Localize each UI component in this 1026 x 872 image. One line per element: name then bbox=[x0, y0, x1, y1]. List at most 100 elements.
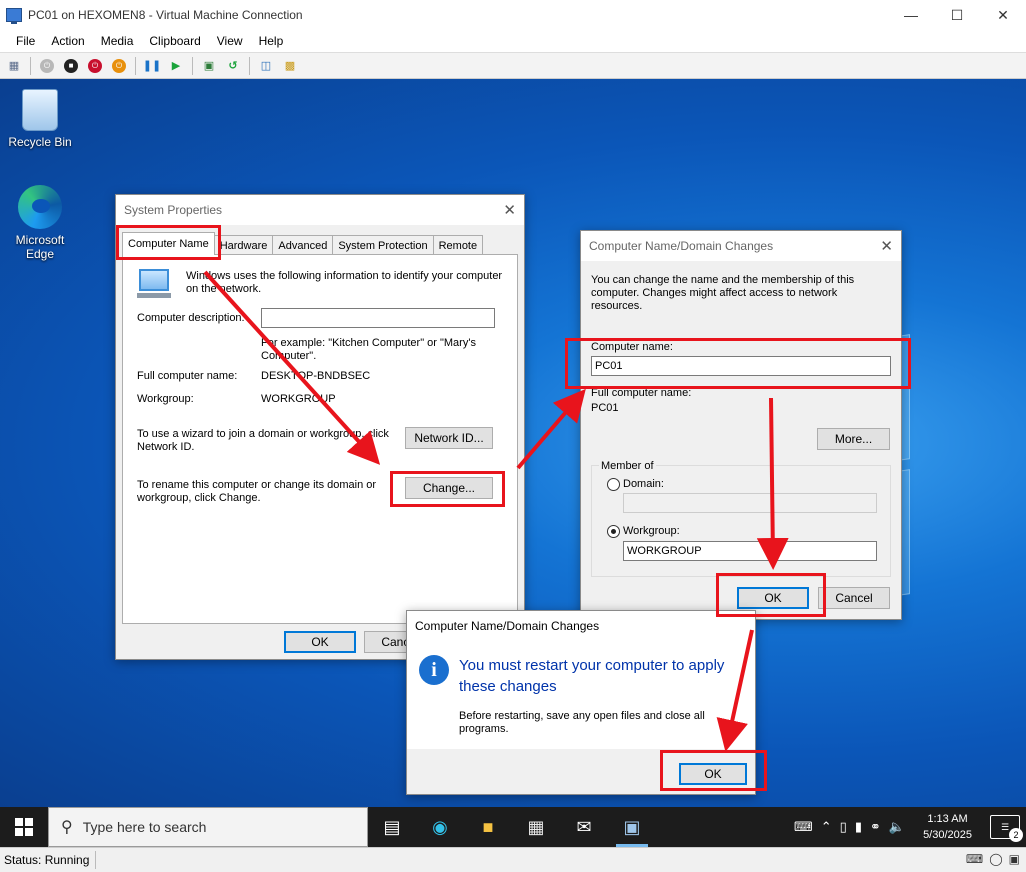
mouse-status-icon: ◯ bbox=[989, 852, 1003, 866]
toolbar-separator bbox=[249, 56, 250, 75]
revert-icon[interactable]: ↺ bbox=[223, 56, 243, 76]
dialog-title-bar: Computer Name/Domain Changes ✕ bbox=[581, 231, 901, 261]
menu-action[interactable]: Action bbox=[43, 34, 92, 48]
windows-start-icon bbox=[15, 818, 33, 836]
pause-icon[interactable]: ❚❚ bbox=[142, 56, 162, 76]
workgroup-input[interactable] bbox=[623, 541, 877, 561]
toolbar-separator bbox=[135, 56, 136, 75]
computer-description-input[interactable] bbox=[261, 308, 495, 328]
show-hidden-icons-icon[interactable]: ⌃ bbox=[817, 819, 836, 835]
vm-title-bar: PC01 on HEXOMEN8 - Virtual Machine Conne… bbox=[0, 0, 1026, 30]
desktop-icon-edge[interactable]: Microsoft Edge bbox=[5, 185, 75, 261]
checkpoint-icon[interactable]: ▣ bbox=[199, 56, 219, 76]
network-id-button[interactable]: Network ID... bbox=[405, 427, 493, 449]
status-icons: ⌨ ◯ ▣ bbox=[966, 852, 1020, 866]
lock-status-icon: ▣ bbox=[1008, 852, 1020, 866]
cancel-button[interactable]: Cancel bbox=[818, 587, 890, 609]
computer-description-label: Computer description: bbox=[137, 312, 245, 324]
desktop-icon-label: Microsoft Edge bbox=[15, 233, 65, 261]
dialog-title: System Properties bbox=[124, 203, 223, 217]
task-view-icon[interactable]: ▤ bbox=[368, 807, 416, 847]
battery-icon[interactable]: ▮ bbox=[851, 819, 866, 835]
start-button[interactable] bbox=[0, 807, 48, 847]
workgroup-radio[interactable] bbox=[607, 525, 620, 538]
dialog-title: Computer Name/Domain Changes bbox=[415, 619, 600, 633]
notification-center-icon[interactable]: ☰ 2 bbox=[990, 815, 1023, 842]
dialog-title: Computer Name/Domain Changes bbox=[589, 239, 774, 253]
system-properties-taskbar-icon[interactable]: ▣ bbox=[608, 807, 656, 847]
vm-connection-icon bbox=[6, 8, 22, 24]
computer-name-tab-panel: Windows uses the following information t… bbox=[122, 254, 518, 624]
resume-icon[interactable]: ▶ bbox=[166, 56, 186, 76]
minimize-icon[interactable]: — bbox=[888, 0, 934, 30]
keyboard-status-icon: ⌨ bbox=[965, 852, 984, 866]
vm-toolbar: ▦ ⏻ ■ ⏻ ⏻ ❚❚ ▶ ▣ ↺ ◫ ▩ bbox=[0, 52, 1026, 79]
vm-status-bar: Status: Running ⌨ ◯ ▣ bbox=[0, 847, 1026, 872]
enhanced-session-icon[interactable]: ◫ bbox=[256, 56, 276, 76]
edge-taskbar-icon[interactable]: ◉ bbox=[416, 807, 464, 847]
maximize-icon[interactable]: ☐ bbox=[934, 0, 980, 30]
close-icon[interactable]: ✕ bbox=[503, 201, 516, 219]
taskbar-clock[interactable]: 1:13 AM 5/30/2025 bbox=[909, 811, 986, 843]
taskbar-search-box[interactable]: ⚲ Type here to search bbox=[48, 807, 368, 847]
file-explorer-icon[interactable]: ■ bbox=[464, 807, 512, 847]
tab-hardware[interactable]: Hardware bbox=[213, 235, 274, 255]
notification-count-badge: 2 bbox=[1009, 828, 1023, 842]
description-example-text: For example: "Kitchen Computer" or "Mary… bbox=[261, 337, 476, 362]
toolbar-separator bbox=[30, 56, 31, 75]
tab-computer-name[interactable]: Computer Name bbox=[122, 232, 215, 255]
rename-text: To rename this computer or change its do… bbox=[137, 479, 377, 504]
save-state-icon[interactable]: ⏻ bbox=[109, 56, 129, 76]
highlight-change-button bbox=[390, 471, 505, 507]
search-icon: ⚲ bbox=[61, 819, 73, 836]
more-button[interactable]: More... bbox=[817, 428, 890, 450]
tab-advanced[interactable]: Advanced bbox=[272, 235, 334, 255]
search-placeholder: Type here to search bbox=[82, 819, 207, 835]
shut-down-icon[interactable]: ⏻ bbox=[85, 56, 105, 76]
menu-clipboard[interactable]: Clipboard bbox=[141, 34, 208, 48]
network-id-text: To use a wizard to join a domain or work… bbox=[137, 428, 389, 453]
member-of-label: Member of bbox=[599, 460, 656, 473]
store-icon[interactable]: ▦ bbox=[512, 807, 560, 847]
highlight-ok-button bbox=[716, 573, 826, 617]
highlight-computer-name-field bbox=[565, 338, 911, 389]
desktop-icon-recycle-bin[interactable]: Recycle Bin bbox=[5, 89, 75, 149]
close-icon[interactable]: ✕ bbox=[980, 0, 1026, 30]
ctrl-alt-del-icon[interactable]: ▦ bbox=[4, 56, 24, 76]
menu-view[interactable]: View bbox=[209, 34, 251, 48]
vm-window-title: PC01 on HEXOMEN8 - Virtual Machine Conne… bbox=[28, 8, 303, 22]
workgroup-label: Workgroup: bbox=[137, 393, 194, 405]
mail-icon[interactable]: ✉ bbox=[560, 807, 608, 847]
volume-icon[interactable]: 🔈 bbox=[885, 819, 909, 835]
edge-icon bbox=[18, 185, 62, 229]
info-icon: i bbox=[419, 655, 449, 685]
taskbar: ⚲ Type here to search ▤ ◉ ■ ▦ ✉ ▣ ⌨ ⌃ ▯ … bbox=[0, 807, 1026, 847]
vm-menu-bar: File Action Media Clipboard View Help bbox=[0, 30, 1026, 52]
tab-strip: Computer Name Hardware Advanced System P… bbox=[122, 232, 484, 255]
close-icon[interactable]: ✕ bbox=[880, 237, 893, 255]
full-computer-name-value: PC01 bbox=[591, 402, 619, 414]
window-controls: — ☐ ✕ bbox=[888, 0, 1026, 30]
menu-media[interactable]: Media bbox=[93, 34, 142, 48]
recycle-bin-icon bbox=[22, 89, 58, 131]
tab-remote[interactable]: Remote bbox=[432, 235, 484, 255]
share-icon[interactable]: ▩ bbox=[280, 56, 300, 76]
network-icon[interactable]: ⚭ bbox=[866, 819, 885, 835]
menu-help[interactable]: Help bbox=[251, 34, 292, 48]
device-icon[interactable]: ▯ bbox=[836, 819, 851, 835]
toolbar-separator bbox=[192, 56, 193, 75]
system-properties-dialog: System Properties ✕ Computer Name Hardwa… bbox=[115, 194, 525, 660]
workgroup-value: WORKGROUP bbox=[261, 393, 336, 405]
restart-main-instruction: You must restart your computer to apply … bbox=[459, 657, 725, 695]
system-tray: ⌨ ⌃ ▯ ▮ ⚭ 🔈 1:13 AM 5/30/2025 ☰ 2 bbox=[790, 807, 1026, 847]
full-computer-name-value: DESKTOP-BNDBSEC bbox=[261, 370, 371, 382]
keyboard-icon[interactable]: ⌨ bbox=[790, 819, 817, 835]
domain-input[interactable] bbox=[623, 493, 877, 513]
domain-radio[interactable] bbox=[607, 478, 620, 491]
menu-file[interactable]: File bbox=[8, 34, 43, 48]
dialog-title-bar: Computer Name/Domain Changes bbox=[407, 611, 755, 641]
tab-system-protection[interactable]: System Protection bbox=[332, 235, 434, 255]
ok-button[interactable]: OK bbox=[284, 631, 356, 653]
turn-off-icon[interactable]: ■ bbox=[61, 56, 81, 76]
start-vm-icon[interactable]: ⏻ bbox=[37, 56, 57, 76]
